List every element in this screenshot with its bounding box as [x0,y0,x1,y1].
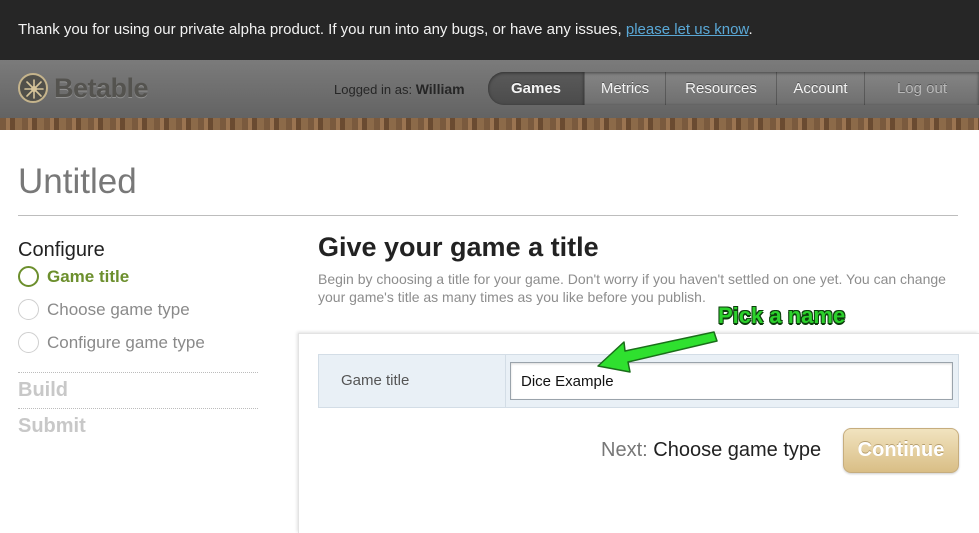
step-heading: Give your game a title [318,232,599,262]
nav-log-out[interactable]: Log out [864,72,979,105]
circle-outline-green-icon [18,266,39,287]
main-nav: Games Metrics Resources Account Log out [488,72,979,105]
sidebar-section-build[interactable]: Build [18,379,68,402]
sidebar-step-label: Configure game type [47,332,205,352]
sidebar-step-choose-game-type[interactable]: Choose game type [18,299,190,320]
nav-resources[interactable]: Resources [665,72,776,105]
feedback-link[interactable]: please let us know [626,21,749,38]
alpha-notice-text: Thank you for using our private alpha pr… [18,21,622,38]
sidebar-section-submit[interactable]: Submit [18,415,86,438]
next-step-hint: Next: Choose game type [601,439,821,462]
sidebar-divider [18,408,258,409]
header-wood-strip [0,118,979,130]
next-step-name: Choose game type [653,439,822,461]
nav-games[interactable]: Games [488,72,584,105]
game-title-label: Game title [341,372,410,389]
alpha-notice-banner: Thank you for using our private alpha pr… [0,0,979,60]
nav-account[interactable]: Account [776,72,864,105]
game-title-input[interactable] [510,362,953,400]
sidebar-step-configure-game-type[interactable]: Configure game type [18,332,205,353]
crossed-arrows-icon [18,73,48,103]
sidebar-divider [18,372,258,373]
title-divider [18,215,958,216]
betable-logo[interactable]: Betable [18,70,149,106]
circle-outline-gray-icon [18,332,39,353]
brand-name: Betable [54,72,149,103]
field-divider [505,355,506,407]
page-title: Untitled [18,162,137,201]
nav-metrics[interactable]: Metrics [584,72,665,105]
sidebar-step-label: Game title [47,266,130,286]
step-intro: Begin by choosing a title for your game.… [318,271,946,305]
circle-outline-gray-icon [18,299,39,320]
wizard-sidebar: Configure Game title Choose game type Co… [18,238,258,437]
sidebar-step-label: Choose game type [47,299,190,319]
alpha-notice-period: . [748,21,753,38]
logged-in-status: Logged in as: William [334,81,465,97]
sidebar-heading-configure: Configure [18,239,105,261]
logged-in-label: Logged in as: [334,82,413,97]
next-label: Next: [601,439,648,461]
continue-button[interactable]: Continue [843,428,959,473]
user-name: William [415,81,465,97]
arrow-icon [597,331,718,373]
sidebar-step-game-title[interactable]: Game title [18,266,129,287]
annotation-callout: Pick a name [718,303,846,328]
